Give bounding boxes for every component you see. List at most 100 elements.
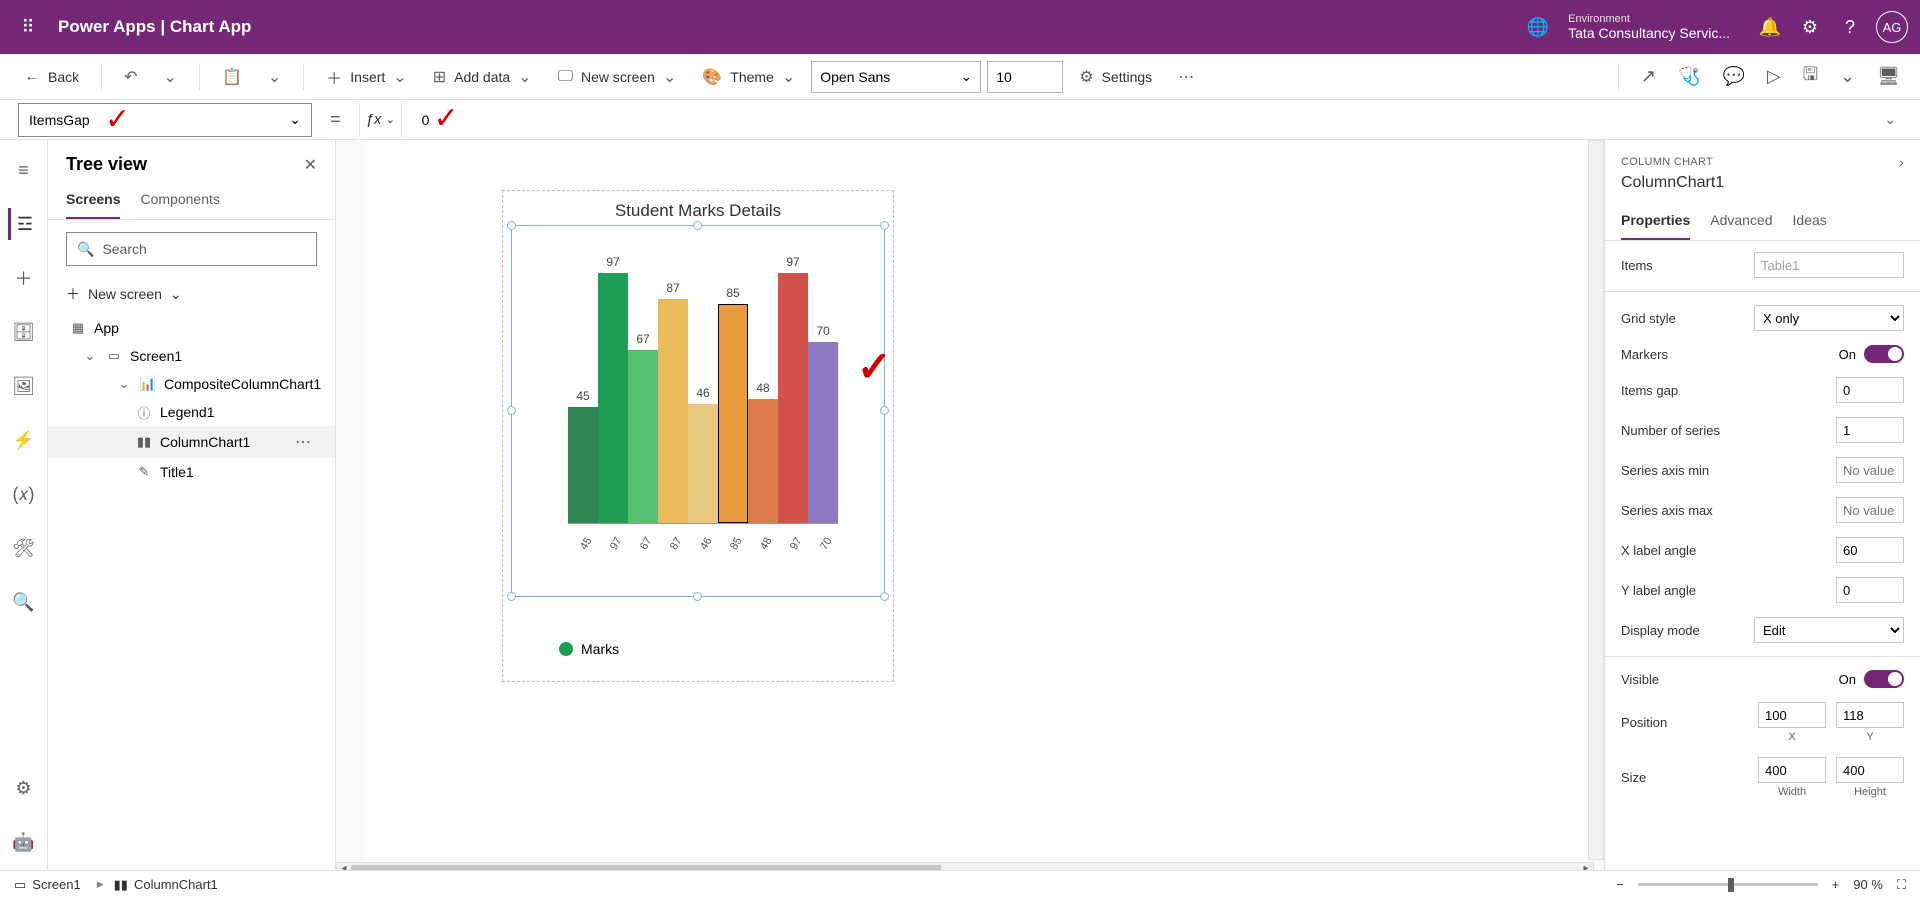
control-name[interactable]: ColumnChart1 [1605,174,1920,202]
insert-button[interactable]: ＋Insert⌄ [316,59,416,95]
scroll-left-icon[interactable]: ◂ [337,863,351,870]
canvas[interactable]: Student Marks Details 459767874685489770… [336,140,1604,870]
resize-handle[interactable] [507,221,516,230]
undo-button[interactable]: ↶ [114,61,147,93]
prop-width[interactable] [1758,757,1826,783]
resize-handle[interactable] [880,221,889,230]
paste-chevron[interactable]: ⌄ [258,61,291,93]
media-rail-icon[interactable]: 🖼 [8,370,40,402]
settings-rail-icon[interactable]: ⚙ [8,772,40,804]
zoom-thumb[interactable] [1728,878,1734,892]
tree-search-input[interactable]: 🔍 Search [66,232,317,266]
share-icon[interactable]: ↗ [1635,60,1662,93]
tree-view-icon[interactable]: ☲ [8,208,40,240]
new-screen-button[interactable]: ＋ New screen ⌄ [48,278,335,314]
prop-axis-max-value[interactable] [1836,497,1904,523]
prop-axis-min-value[interactable] [1836,457,1904,483]
bell-icon[interactable]: 🔔 [1750,7,1790,47]
data-rail-icon[interactable]: 🗄 [8,316,40,348]
close-icon[interactable]: ✕ [304,155,317,175]
scroll-right-icon[interactable]: ▸ [1579,863,1593,870]
prop-items-gap-value[interactable] [1836,377,1904,403]
resize-handle[interactable] [693,592,702,601]
app-checker-icon[interactable]: 🩺 [1672,60,1706,93]
prop-num-series-value[interactable] [1836,417,1904,443]
tree-item-app[interactable]: ▦App [48,314,335,342]
new-screen-button[interactable]: 🖵New screen⌄ [548,61,687,93]
tab-ideas[interactable]: Ideas [1793,202,1827,240]
resize-handle[interactable] [880,592,889,601]
fit-to-screen-icon[interactable]: ⛶ [1897,877,1906,893]
column-chart-selection[interactable]: 459767874685489770 459767874685489770 ✓ [511,225,885,597]
hamburger-icon[interactable]: ≡ [8,154,40,186]
prop-display-mode-value[interactable]: Edit [1754,617,1904,643]
zoom-out-icon[interactable]: − [1616,877,1624,892]
publish-icon[interactable]: 🖥 [1871,60,1906,93]
horizontal-scrollbar[interactable]: ◂ ▸ [336,862,1594,870]
tab-components[interactable]: Components [140,181,219,219]
resize-handle[interactable] [693,221,702,230]
settings-button[interactable]: ⚙Settings [1069,61,1162,93]
paste-button[interactable]: 📋 [212,61,252,93]
comments-icon[interactable]: 💬 [1716,60,1750,93]
label-icon: ✎ [136,464,152,480]
screen-plus-icon: 🖵 [558,68,573,86]
zoom-in-icon[interactable]: + [1832,877,1840,892]
fx-label[interactable]: ƒx⌄ [359,103,402,137]
font-picker[interactable]: Open Sans⌄ [811,61,981,93]
legend-icon: ⓘ [136,404,152,420]
add-data-button[interactable]: ⊞Add data⌄ [423,61,542,93]
advanced-tools-icon[interactable]: 🛠 [8,532,40,564]
prop-position-y[interactable] [1836,702,1904,728]
font-size-input[interactable]: 10 [987,61,1063,93]
tree-item-composite-chart[interactable]: ⌄📊CompositeColumnChart1 [48,370,335,398]
prop-markers-toggle[interactable] [1864,345,1904,363]
resize-handle[interactable] [507,592,516,601]
save-chevron[interactable]: ⌄ [1834,60,1861,93]
virtual-agent-icon[interactable]: 🤖 [8,826,40,858]
breadcrumb-chart[interactable]: ▮▮ColumnChart1 [97,877,218,893]
avatar[interactable]: AG [1876,11,1908,43]
tab-advanced[interactable]: Advanced [1710,202,1772,240]
chevron-right-icon[interactable]: › [1899,154,1904,170]
tree-item-legend[interactable]: ⓘLegend1 [48,398,335,426]
prop-y-angle-value[interactable] [1836,577,1904,603]
environment-picker[interactable]: 🌐 Environment Tata Consultancy Servic... [1518,7,1730,47]
undo-chevron[interactable]: ⌄ [154,61,187,93]
back-button[interactable]: ←Back [14,62,89,92]
resize-handle[interactable] [880,406,889,415]
breadcrumb-screen[interactable]: ▭Screen1 [14,877,81,893]
ellipsis-icon[interactable]: ⋯ [295,432,323,452]
tab-screens[interactable]: Screens [66,181,120,219]
prop-position-x[interactable] [1758,702,1826,728]
prop-grid-style-value[interactable]: X only [1754,305,1904,331]
zoom-slider[interactable] [1638,883,1818,886]
tree-item-screen1[interactable]: ⌄▭Screen1 [48,342,335,370]
theme-button[interactable]: 🎨Theme⌄ [692,61,805,93]
insert-rail-icon[interactable]: ＋ [8,262,40,294]
more-toolbar-button[interactable]: ⋯ [1168,61,1204,93]
resize-handle[interactable] [507,406,516,415]
tree-item-column-chart[interactable]: ▮▮ColumnChart1⋯ [48,426,335,458]
save-icon[interactable]: 🖫 [1797,56,1824,98]
power-automate-icon[interactable]: ⚡ [8,424,40,456]
vertical-scrollbar[interactable] [1588,140,1604,860]
gear-icon[interactable]: ⚙ [1790,7,1830,47]
prop-x-angle-value[interactable] [1836,537,1904,563]
scrollbar-thumb[interactable] [351,865,941,870]
search-rail-icon[interactable]: 🔍 [8,586,40,618]
variables-icon[interactable]: (𝑥) [8,478,40,510]
help-icon[interactable]: ? [1830,7,1870,47]
tree-item-title[interactable]: ✎Title1 [48,458,335,486]
composite-chart-outline[interactable]: Student Marks Details 459767874685489770… [502,190,894,682]
property-selector[interactable]: ItemsGap ✓ ⌄ [18,103,312,137]
play-icon[interactable]: ▷ [1761,60,1787,93]
prop-items-label: Items [1621,258,1653,273]
waffle-icon[interactable]: ⠿ [12,11,44,43]
formula-input[interactable]: 0 ✓ [412,103,1869,137]
prop-height[interactable] [1836,757,1904,783]
expand-formula-icon[interactable]: ⌄ [1878,111,1902,128]
prop-visible-toggle[interactable] [1864,670,1904,688]
prop-items-value[interactable] [1754,252,1904,278]
tab-properties[interactable]: Properties [1621,202,1690,240]
